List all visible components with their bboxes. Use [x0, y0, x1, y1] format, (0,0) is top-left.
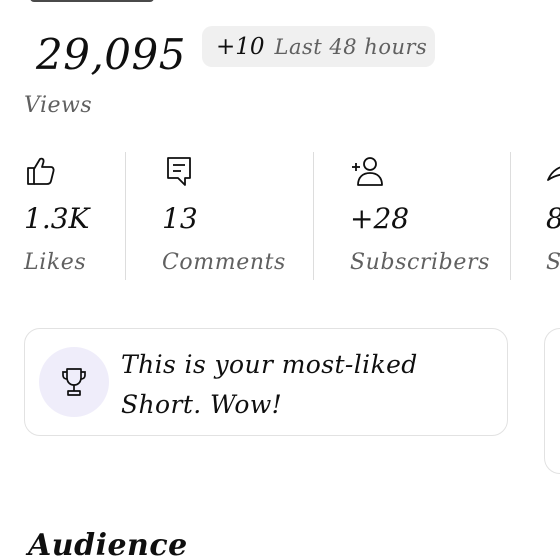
- next-card-peek[interactable]: [544, 328, 560, 474]
- metric-divider: [125, 152, 126, 280]
- metric-comments: 13 Comments: [162, 150, 302, 282]
- most-liked-card[interactable]: This is your most-liked Short. Wow!: [24, 328, 508, 436]
- trophy-icon: [62, 368, 86, 396]
- comments-label: Comments: [162, 250, 286, 275]
- views-label: Views: [24, 93, 93, 118]
- most-liked-message: This is your most-liked Short. Wow!: [121, 350, 418, 419]
- share-icon: [547, 166, 560, 181]
- metric-divider: [510, 152, 511, 280]
- shares-label: S: [546, 250, 560, 275]
- metric-divider: [313, 152, 314, 280]
- shares-value: 8: [546, 202, 560, 235]
- likes-label: Likes: [24, 250, 87, 275]
- views-count: 29,095: [36, 30, 186, 79]
- views-delta-chip: +10 Last 48 hours: [202, 26, 435, 67]
- trophy-badge: [39, 347, 109, 417]
- likes-value: 1.3K: [24, 202, 90, 235]
- top-tab-indicator: [30, 0, 154, 2]
- subscribers-value: +28: [350, 202, 410, 235]
- comments-value: 13: [162, 202, 198, 235]
- metric-subscribers: +28 Subscribers: [350, 150, 500, 282]
- subscribers-label: Subscribers: [350, 250, 490, 275]
- add-subscriber-icon: [352, 157, 383, 186]
- views-delta-period: Last 48 hours: [274, 34, 428, 59]
- comment-icon: [167, 157, 191, 186]
- audience-heading: Audience: [28, 528, 188, 560]
- metric-shares: 8 S: [546, 150, 560, 282]
- thumb-up-icon: [27, 157, 55, 185]
- views-delta-value: +10: [216, 33, 265, 60]
- metric-likes: 1.3K Likes: [24, 150, 124, 282]
